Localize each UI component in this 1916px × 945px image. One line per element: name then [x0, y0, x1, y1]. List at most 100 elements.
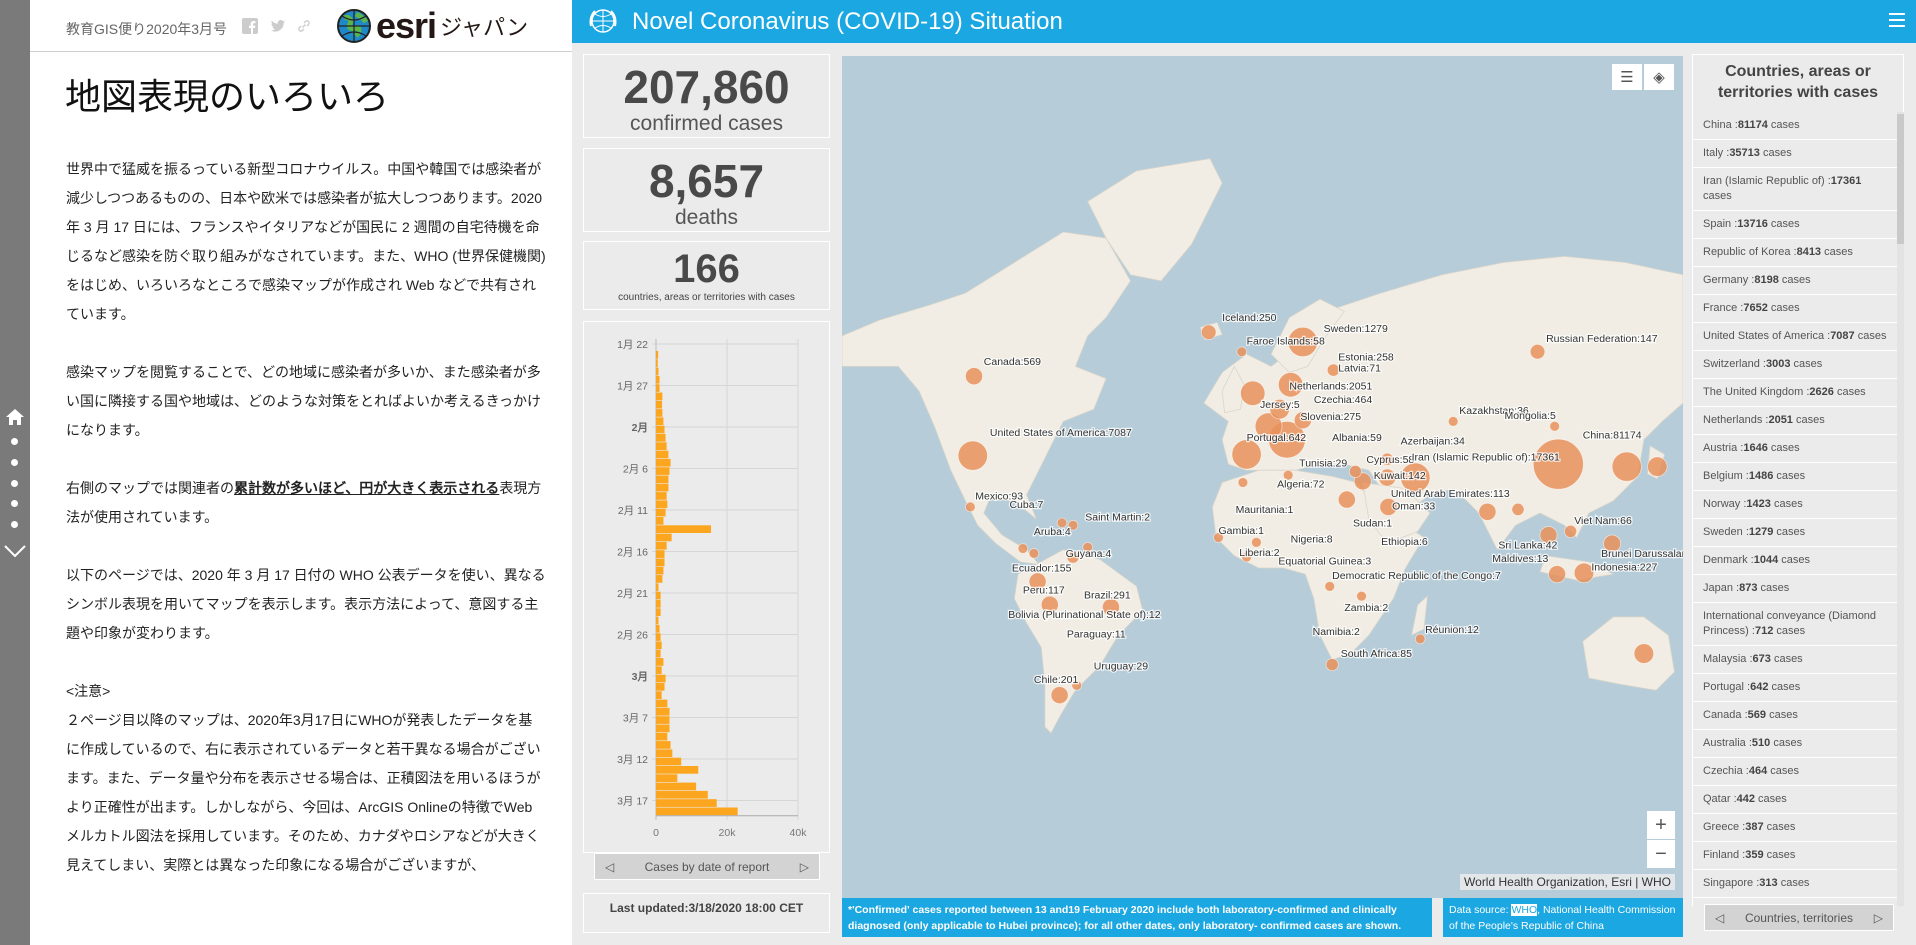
case-symbol[interactable] — [1028, 548, 1040, 559]
legend-button[interactable]: ☰ — [1612, 64, 1642, 90]
list-item[interactable]: Belgium :1486 cases — [1693, 463, 1897, 491]
list-item[interactable]: China :81174 cases — [1693, 112, 1897, 140]
bar[interactable] — [656, 649, 661, 658]
list-item[interactable]: Czechia :464 cases — [1693, 758, 1897, 786]
countries-list[interactable]: China :81174 cases Italy :35713 cases Iran… — [1692, 112, 1897, 906]
case-symbol[interactable] — [1511, 502, 1525, 516]
case-symbol[interactable] — [1236, 346, 1247, 357]
layers-button[interactable]: ◈ — [1644, 64, 1674, 90]
nav-dot[interactable] — [11, 480, 18, 487]
case-symbol[interactable] — [1325, 658, 1339, 672]
list-scrollbar[interactable] — [1897, 112, 1904, 906]
bar[interactable] — [656, 558, 665, 567]
bar[interactable] — [656, 641, 662, 650]
case-symbol[interactable] — [1017, 543, 1029, 554]
bar[interactable] — [656, 392, 663, 401]
chevron-down-icon[interactable] — [3, 542, 27, 560]
bar[interactable] — [656, 375, 660, 384]
chevron-right-icon[interactable]: ▷ — [800, 860, 809, 874]
bar[interactable] — [656, 492, 667, 500]
nav-dot[interactable] — [11, 500, 18, 507]
nav-dot[interactable] — [11, 459, 18, 466]
link-icon[interactable] — [296, 18, 312, 34]
bar[interactable] — [656, 450, 669, 459]
zoom-in-button[interactable]: + — [1647, 811, 1675, 839]
list-item[interactable]: Finland :359 cases — [1693, 842, 1897, 870]
case-symbol[interactable] — [1478, 502, 1497, 521]
bar[interactable] — [656, 666, 662, 675]
case-symbol[interactable] — [1549, 421, 1560, 432]
case-symbol[interactable] — [1237, 477, 1249, 488]
case-symbol[interactable] — [1548, 565, 1567, 584]
case-symbol[interactable] — [1348, 465, 1362, 478]
bar[interactable] — [656, 525, 712, 533]
case-symbol[interactable] — [1529, 344, 1546, 360]
list-item[interactable]: Spain :13716 cases — [1693, 211, 1897, 239]
list-item[interactable]: Republic of Korea :8413 cases — [1693, 239, 1897, 267]
list-item[interactable]: Switzerland :3003 cases — [1693, 351, 1897, 379]
case-symbol[interactable] — [1050, 686, 1069, 705]
bar[interactable] — [656, 724, 670, 733]
home-icon[interactable] — [5, 408, 25, 426]
list-item[interactable]: Malaysia :673 cases — [1693, 646, 1897, 674]
zoom-out-button[interactable]: − — [1647, 840, 1675, 868]
case-symbol[interactable] — [1324, 581, 1335, 592]
case-symbol[interactable] — [1647, 456, 1668, 477]
bar[interactable] — [656, 541, 667, 550]
case-symbol[interactable] — [1414, 633, 1426, 645]
bar[interactable] — [656, 757, 682, 766]
list-item[interactable]: Canada :569 cases — [1693, 702, 1897, 730]
bar[interactable] — [656, 683, 665, 691]
list-item[interactable]: Germany :8198 cases — [1693, 267, 1897, 295]
chevron-left-icon[interactable]: ◁ — [605, 860, 614, 874]
bar[interactable] — [656, 575, 663, 583]
list-item[interactable]: Qatar :442 cases — [1693, 786, 1897, 814]
bar[interactable] — [656, 550, 665, 558]
bar[interactable] — [656, 691, 662, 699]
bar[interactable] — [656, 674, 666, 683]
bar[interactable] — [656, 732, 668, 741]
case-symbol[interactable] — [1231, 439, 1262, 470]
case-symbol[interactable] — [1564, 524, 1578, 538]
bar[interactable] — [656, 351, 659, 359]
bar[interactable] — [656, 807, 738, 816]
scrollbar-thumb[interactable] — [1897, 114, 1904, 244]
case-symbol[interactable] — [1201, 324, 1217, 340]
case-symbol[interactable] — [965, 367, 983, 386]
bar[interactable] — [656, 608, 661, 616]
list-item[interactable]: Netherlands :2051 cases — [1693, 407, 1897, 435]
case-symbol[interactable] — [957, 440, 988, 471]
esri-japan-logo[interactable]: esri ジャパン — [336, 5, 528, 46]
bar[interactable] — [656, 483, 669, 492]
bar[interactable] — [656, 409, 663, 417]
bar[interactable] — [656, 475, 669, 484]
list-item[interactable]: International conveyance (Diamond Prince… — [1693, 603, 1897, 646]
bar[interactable] — [656, 633, 661, 641]
twitter-icon[interactable] — [270, 18, 286, 34]
list-item[interactable]: Denmark :1044 cases — [1693, 547, 1897, 575]
list-item[interactable]: Iran (Islamic Republic of) :17361 cases — [1693, 168, 1897, 211]
nav-dot[interactable] — [11, 438, 18, 445]
case-symbol[interactable] — [1532, 438, 1584, 490]
bar[interactable] — [656, 458, 671, 467]
list-item[interactable]: Australia :510 cases — [1693, 730, 1897, 758]
list-item[interactable]: The United Kingdom :2626 cases — [1693, 379, 1897, 407]
chevron-left-icon[interactable]: ◁ — [1715, 911, 1724, 925]
bar[interactable] — [656, 417, 664, 426]
bar[interactable] — [656, 782, 697, 791]
bar[interactable] — [656, 707, 670, 716]
list-item[interactable]: Singapore :313 cases — [1693, 870, 1897, 898]
who-link[interactable]: WHO — [1511, 904, 1538, 916]
bar[interactable] — [656, 766, 699, 774]
case-symbol[interactable] — [1611, 451, 1642, 482]
bar[interactable] — [656, 500, 668, 509]
list-item[interactable]: Sweden :1279 cases — [1693, 519, 1897, 547]
bar[interactable] — [656, 616, 659, 625]
chevron-right-icon[interactable]: ▷ — [1874, 911, 1883, 925]
case-symbol[interactable] — [1447, 416, 1459, 427]
bar[interactable] — [656, 467, 670, 475]
bar[interactable] — [656, 384, 660, 392]
case-symbol[interactable] — [1251, 537, 1262, 548]
list-item[interactable]: Portugal :642 cases — [1693, 674, 1897, 702]
bar[interactable] — [656, 425, 665, 434]
